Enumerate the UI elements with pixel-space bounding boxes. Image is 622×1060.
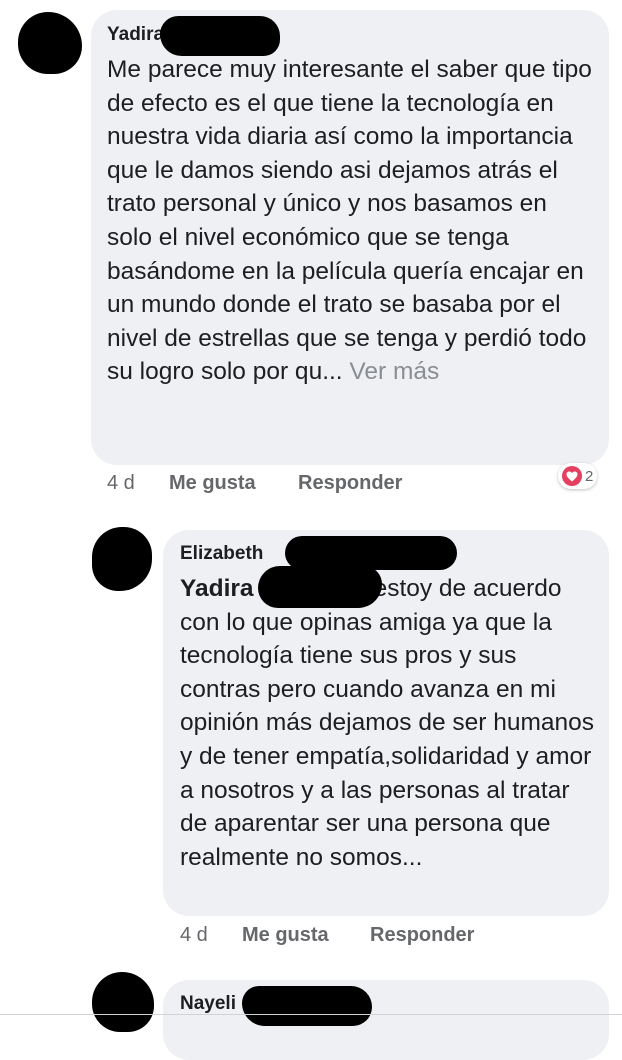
avatar[interactable]	[92, 527, 152, 591]
redacted-name	[285, 536, 457, 570]
redacted-name	[258, 566, 382, 608]
reply-button[interactable]: Responder	[370, 924, 474, 947]
comment-author[interactable]: Yadira	[107, 24, 164, 46]
bottom-divider	[0, 1014, 622, 1015]
redacted-name	[242, 986, 372, 1026]
avatar[interactable]	[18, 12, 82, 74]
reaction-count: 2	[585, 467, 594, 485]
redacted-name	[160, 16, 280, 56]
mention-link[interactable]: Yadira	[180, 575, 254, 602]
comment-body: Me parece muy interesante el saber que t…	[107, 56, 592, 386]
comment-text: Yadira estoy de acuerdo con lo que opinas…	[180, 572, 598, 874]
like-button[interactable]: Me gusta	[169, 472, 256, 495]
comment-bubble	[163, 980, 609, 1060]
comment-time[interactable]: 4 d	[107, 472, 135, 495]
comment-time[interactable]: 4 d	[180, 924, 208, 947]
comment-author[interactable]: Nayeli	[180, 993, 236, 1015]
heart-icon	[562, 466, 582, 486]
comment-body: estoy de acuerdo con lo que opinas amiga…	[180, 575, 595, 871]
comment-text: Me parece muy interesante el saber que t…	[107, 53, 597, 389]
avatar[interactable]	[92, 972, 154, 1032]
reply-button[interactable]: Responder	[298, 472, 402, 495]
see-more-link[interactable]: Ver más	[349, 358, 439, 385]
comment-author[interactable]: Elizabeth	[180, 543, 263, 565]
like-button[interactable]: Me gusta	[242, 924, 329, 947]
reaction-summary[interactable]: 2	[558, 463, 598, 489]
